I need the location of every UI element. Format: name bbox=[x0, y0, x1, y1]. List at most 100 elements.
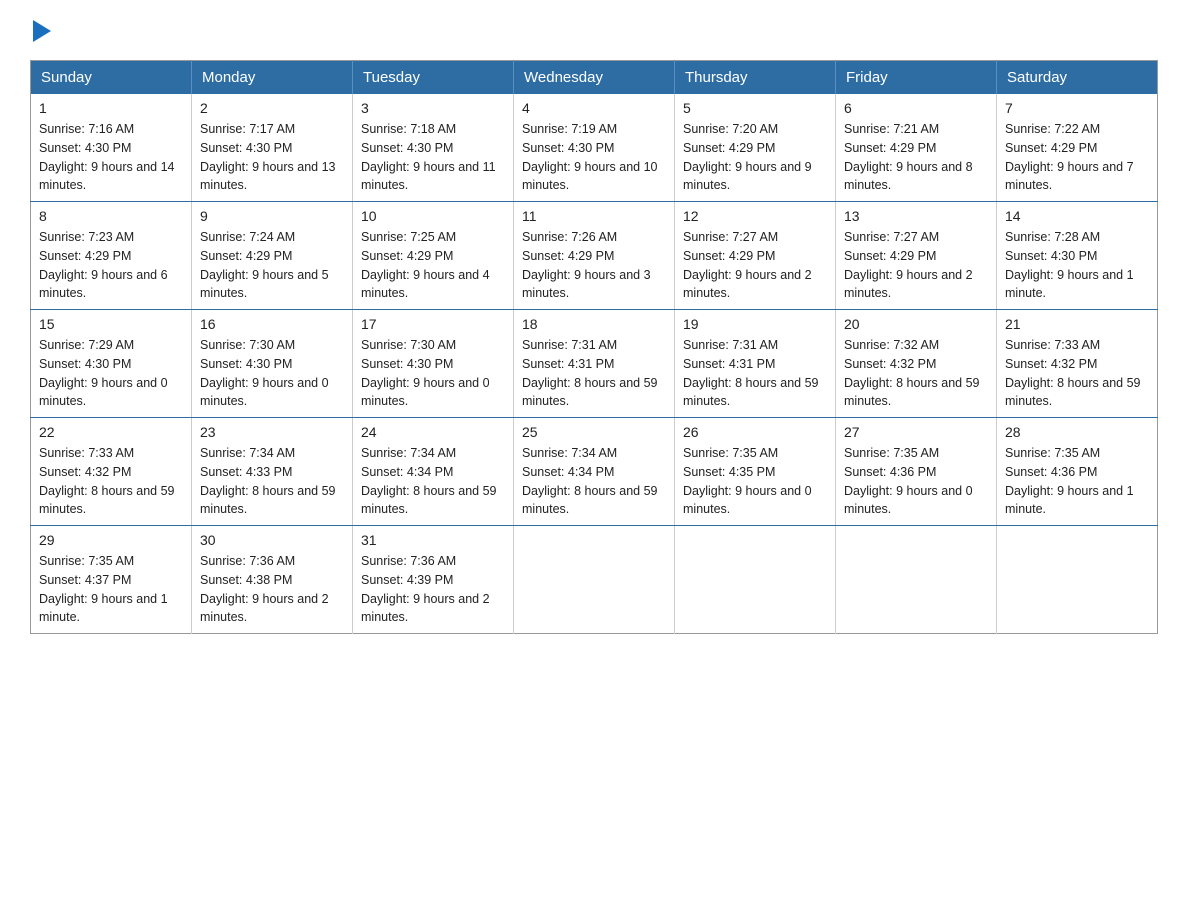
calendar-cell: 3 Sunrise: 7:18 AMSunset: 4:30 PMDayligh… bbox=[353, 94, 514, 202]
day-info: Sunrise: 7:26 AMSunset: 4:29 PMDaylight:… bbox=[522, 230, 651, 300]
day-number: 15 bbox=[39, 316, 183, 332]
day-number: 21 bbox=[1005, 316, 1149, 332]
calendar-cell: 19 Sunrise: 7:31 AMSunset: 4:31 PMDaylig… bbox=[675, 310, 836, 418]
day-number: 4 bbox=[522, 100, 666, 116]
calendar-week-row: 8 Sunrise: 7:23 AMSunset: 4:29 PMDayligh… bbox=[31, 202, 1158, 310]
calendar-cell: 5 Sunrise: 7:20 AMSunset: 4:29 PMDayligh… bbox=[675, 94, 836, 202]
day-number: 19 bbox=[683, 316, 827, 332]
calendar-cell: 29 Sunrise: 7:35 AMSunset: 4:37 PMDaylig… bbox=[31, 526, 192, 634]
page-header bbox=[30, 20, 1158, 40]
calendar-cell: 21 Sunrise: 7:33 AMSunset: 4:32 PMDaylig… bbox=[997, 310, 1158, 418]
day-number: 22 bbox=[39, 424, 183, 440]
calendar-cell: 25 Sunrise: 7:34 AMSunset: 4:34 PMDaylig… bbox=[514, 418, 675, 526]
day-info: Sunrise: 7:27 AMSunset: 4:29 PMDaylight:… bbox=[844, 230, 973, 300]
day-info: Sunrise: 7:30 AMSunset: 4:30 PMDaylight:… bbox=[200, 338, 329, 408]
calendar-cell: 16 Sunrise: 7:30 AMSunset: 4:30 PMDaylig… bbox=[192, 310, 353, 418]
day-number: 12 bbox=[683, 208, 827, 224]
day-info: Sunrise: 7:35 AMSunset: 4:35 PMDaylight:… bbox=[683, 446, 812, 516]
day-info: Sunrise: 7:33 AMSunset: 4:32 PMDaylight:… bbox=[1005, 338, 1141, 408]
day-number: 14 bbox=[1005, 208, 1149, 224]
day-number: 26 bbox=[683, 424, 827, 440]
day-info: Sunrise: 7:31 AMSunset: 4:31 PMDaylight:… bbox=[522, 338, 658, 408]
calendar-cell: 18 Sunrise: 7:31 AMSunset: 4:31 PMDaylig… bbox=[514, 310, 675, 418]
day-number: 28 bbox=[1005, 424, 1149, 440]
calendar-cell bbox=[514, 526, 675, 634]
day-info: Sunrise: 7:16 AMSunset: 4:30 PMDaylight:… bbox=[39, 122, 175, 192]
day-number: 30 bbox=[200, 532, 344, 548]
calendar-cell: 23 Sunrise: 7:34 AMSunset: 4:33 PMDaylig… bbox=[192, 418, 353, 526]
day-info: Sunrise: 7:21 AMSunset: 4:29 PMDaylight:… bbox=[844, 122, 973, 192]
day-info: Sunrise: 7:25 AMSunset: 4:29 PMDaylight:… bbox=[361, 230, 490, 300]
day-number: 7 bbox=[1005, 100, 1149, 116]
day-info: Sunrise: 7:32 AMSunset: 4:32 PMDaylight:… bbox=[844, 338, 980, 408]
day-info: Sunrise: 7:36 AMSunset: 4:38 PMDaylight:… bbox=[200, 554, 329, 624]
calendar-cell bbox=[836, 526, 997, 634]
calendar-cell: 6 Sunrise: 7:21 AMSunset: 4:29 PMDayligh… bbox=[836, 94, 997, 202]
day-number: 9 bbox=[200, 208, 344, 224]
calendar-cell: 8 Sunrise: 7:23 AMSunset: 4:29 PMDayligh… bbox=[31, 202, 192, 310]
calendar-cell: 27 Sunrise: 7:35 AMSunset: 4:36 PMDaylig… bbox=[836, 418, 997, 526]
calendar-cell: 1 Sunrise: 7:16 AMSunset: 4:30 PMDayligh… bbox=[31, 94, 192, 202]
day-number: 2 bbox=[200, 100, 344, 116]
calendar-cell: 28 Sunrise: 7:35 AMSunset: 4:36 PMDaylig… bbox=[997, 418, 1158, 526]
day-info: Sunrise: 7:34 AMSunset: 4:33 PMDaylight:… bbox=[200, 446, 336, 516]
day-number: 16 bbox=[200, 316, 344, 332]
weekday-header-friday: Friday bbox=[836, 61, 997, 95]
calendar-cell: 10 Sunrise: 7:25 AMSunset: 4:29 PMDaylig… bbox=[353, 202, 514, 310]
calendar-cell: 12 Sunrise: 7:27 AMSunset: 4:29 PMDaylig… bbox=[675, 202, 836, 310]
day-info: Sunrise: 7:24 AMSunset: 4:29 PMDaylight:… bbox=[200, 230, 329, 300]
calendar-week-row: 29 Sunrise: 7:35 AMSunset: 4:37 PMDaylig… bbox=[31, 526, 1158, 634]
day-info: Sunrise: 7:17 AMSunset: 4:30 PMDaylight:… bbox=[200, 122, 336, 192]
day-number: 25 bbox=[522, 424, 666, 440]
calendar-week-row: 15 Sunrise: 7:29 AMSunset: 4:30 PMDaylig… bbox=[31, 310, 1158, 418]
calendar-cell: 15 Sunrise: 7:29 AMSunset: 4:30 PMDaylig… bbox=[31, 310, 192, 418]
calendar-cell: 9 Sunrise: 7:24 AMSunset: 4:29 PMDayligh… bbox=[192, 202, 353, 310]
day-number: 29 bbox=[39, 532, 183, 548]
calendar-cell: 20 Sunrise: 7:32 AMSunset: 4:32 PMDaylig… bbox=[836, 310, 997, 418]
day-number: 17 bbox=[361, 316, 505, 332]
day-info: Sunrise: 7:33 AMSunset: 4:32 PMDaylight:… bbox=[39, 446, 175, 516]
calendar-cell: 7 Sunrise: 7:22 AMSunset: 4:29 PMDayligh… bbox=[997, 94, 1158, 202]
day-info: Sunrise: 7:20 AMSunset: 4:29 PMDaylight:… bbox=[683, 122, 812, 192]
day-number: 27 bbox=[844, 424, 988, 440]
day-number: 31 bbox=[361, 532, 505, 548]
day-number: 23 bbox=[200, 424, 344, 440]
calendar-week-row: 22 Sunrise: 7:33 AMSunset: 4:32 PMDaylig… bbox=[31, 418, 1158, 526]
logo bbox=[30, 20, 51, 40]
day-number: 24 bbox=[361, 424, 505, 440]
day-info: Sunrise: 7:35 AMSunset: 4:36 PMDaylight:… bbox=[844, 446, 973, 516]
calendar-cell bbox=[997, 526, 1158, 634]
day-info: Sunrise: 7:31 AMSunset: 4:31 PMDaylight:… bbox=[683, 338, 819, 408]
day-info: Sunrise: 7:22 AMSunset: 4:29 PMDaylight:… bbox=[1005, 122, 1134, 192]
day-info: Sunrise: 7:28 AMSunset: 4:30 PMDaylight:… bbox=[1005, 230, 1134, 300]
calendar-cell: 11 Sunrise: 7:26 AMSunset: 4:29 PMDaylig… bbox=[514, 202, 675, 310]
day-number: 8 bbox=[39, 208, 183, 224]
logo-triangle-icon bbox=[33, 20, 51, 42]
weekday-header-thursday: Thursday bbox=[675, 61, 836, 95]
calendar-cell: 2 Sunrise: 7:17 AMSunset: 4:30 PMDayligh… bbox=[192, 94, 353, 202]
day-info: Sunrise: 7:19 AMSunset: 4:30 PMDaylight:… bbox=[522, 122, 658, 192]
day-number: 13 bbox=[844, 208, 988, 224]
weekday-header-row: SundayMondayTuesdayWednesdayThursdayFrid… bbox=[31, 61, 1158, 95]
day-info: Sunrise: 7:30 AMSunset: 4:30 PMDaylight:… bbox=[361, 338, 490, 408]
calendar-cell: 4 Sunrise: 7:19 AMSunset: 4:30 PMDayligh… bbox=[514, 94, 675, 202]
weekday-header-monday: Monday bbox=[192, 61, 353, 95]
day-info: Sunrise: 7:34 AMSunset: 4:34 PMDaylight:… bbox=[522, 446, 658, 516]
day-info: Sunrise: 7:36 AMSunset: 4:39 PMDaylight:… bbox=[361, 554, 490, 624]
day-number: 10 bbox=[361, 208, 505, 224]
calendar-cell: 24 Sunrise: 7:34 AMSunset: 4:34 PMDaylig… bbox=[353, 418, 514, 526]
day-info: Sunrise: 7:27 AMSunset: 4:29 PMDaylight:… bbox=[683, 230, 812, 300]
calendar-table: SundayMondayTuesdayWednesdayThursdayFrid… bbox=[30, 60, 1158, 634]
calendar-cell: 14 Sunrise: 7:28 AMSunset: 4:30 PMDaylig… bbox=[997, 202, 1158, 310]
day-number: 3 bbox=[361, 100, 505, 116]
day-info: Sunrise: 7:23 AMSunset: 4:29 PMDaylight:… bbox=[39, 230, 168, 300]
calendar-cell: 22 Sunrise: 7:33 AMSunset: 4:32 PMDaylig… bbox=[31, 418, 192, 526]
calendar-cell: 13 Sunrise: 7:27 AMSunset: 4:29 PMDaylig… bbox=[836, 202, 997, 310]
day-number: 5 bbox=[683, 100, 827, 116]
day-number: 1 bbox=[39, 100, 183, 116]
calendar-cell: 30 Sunrise: 7:36 AMSunset: 4:38 PMDaylig… bbox=[192, 526, 353, 634]
day-info: Sunrise: 7:35 AMSunset: 4:37 PMDaylight:… bbox=[39, 554, 168, 624]
day-number: 18 bbox=[522, 316, 666, 332]
calendar-cell: 31 Sunrise: 7:36 AMSunset: 4:39 PMDaylig… bbox=[353, 526, 514, 634]
day-info: Sunrise: 7:29 AMSunset: 4:30 PMDaylight:… bbox=[39, 338, 168, 408]
